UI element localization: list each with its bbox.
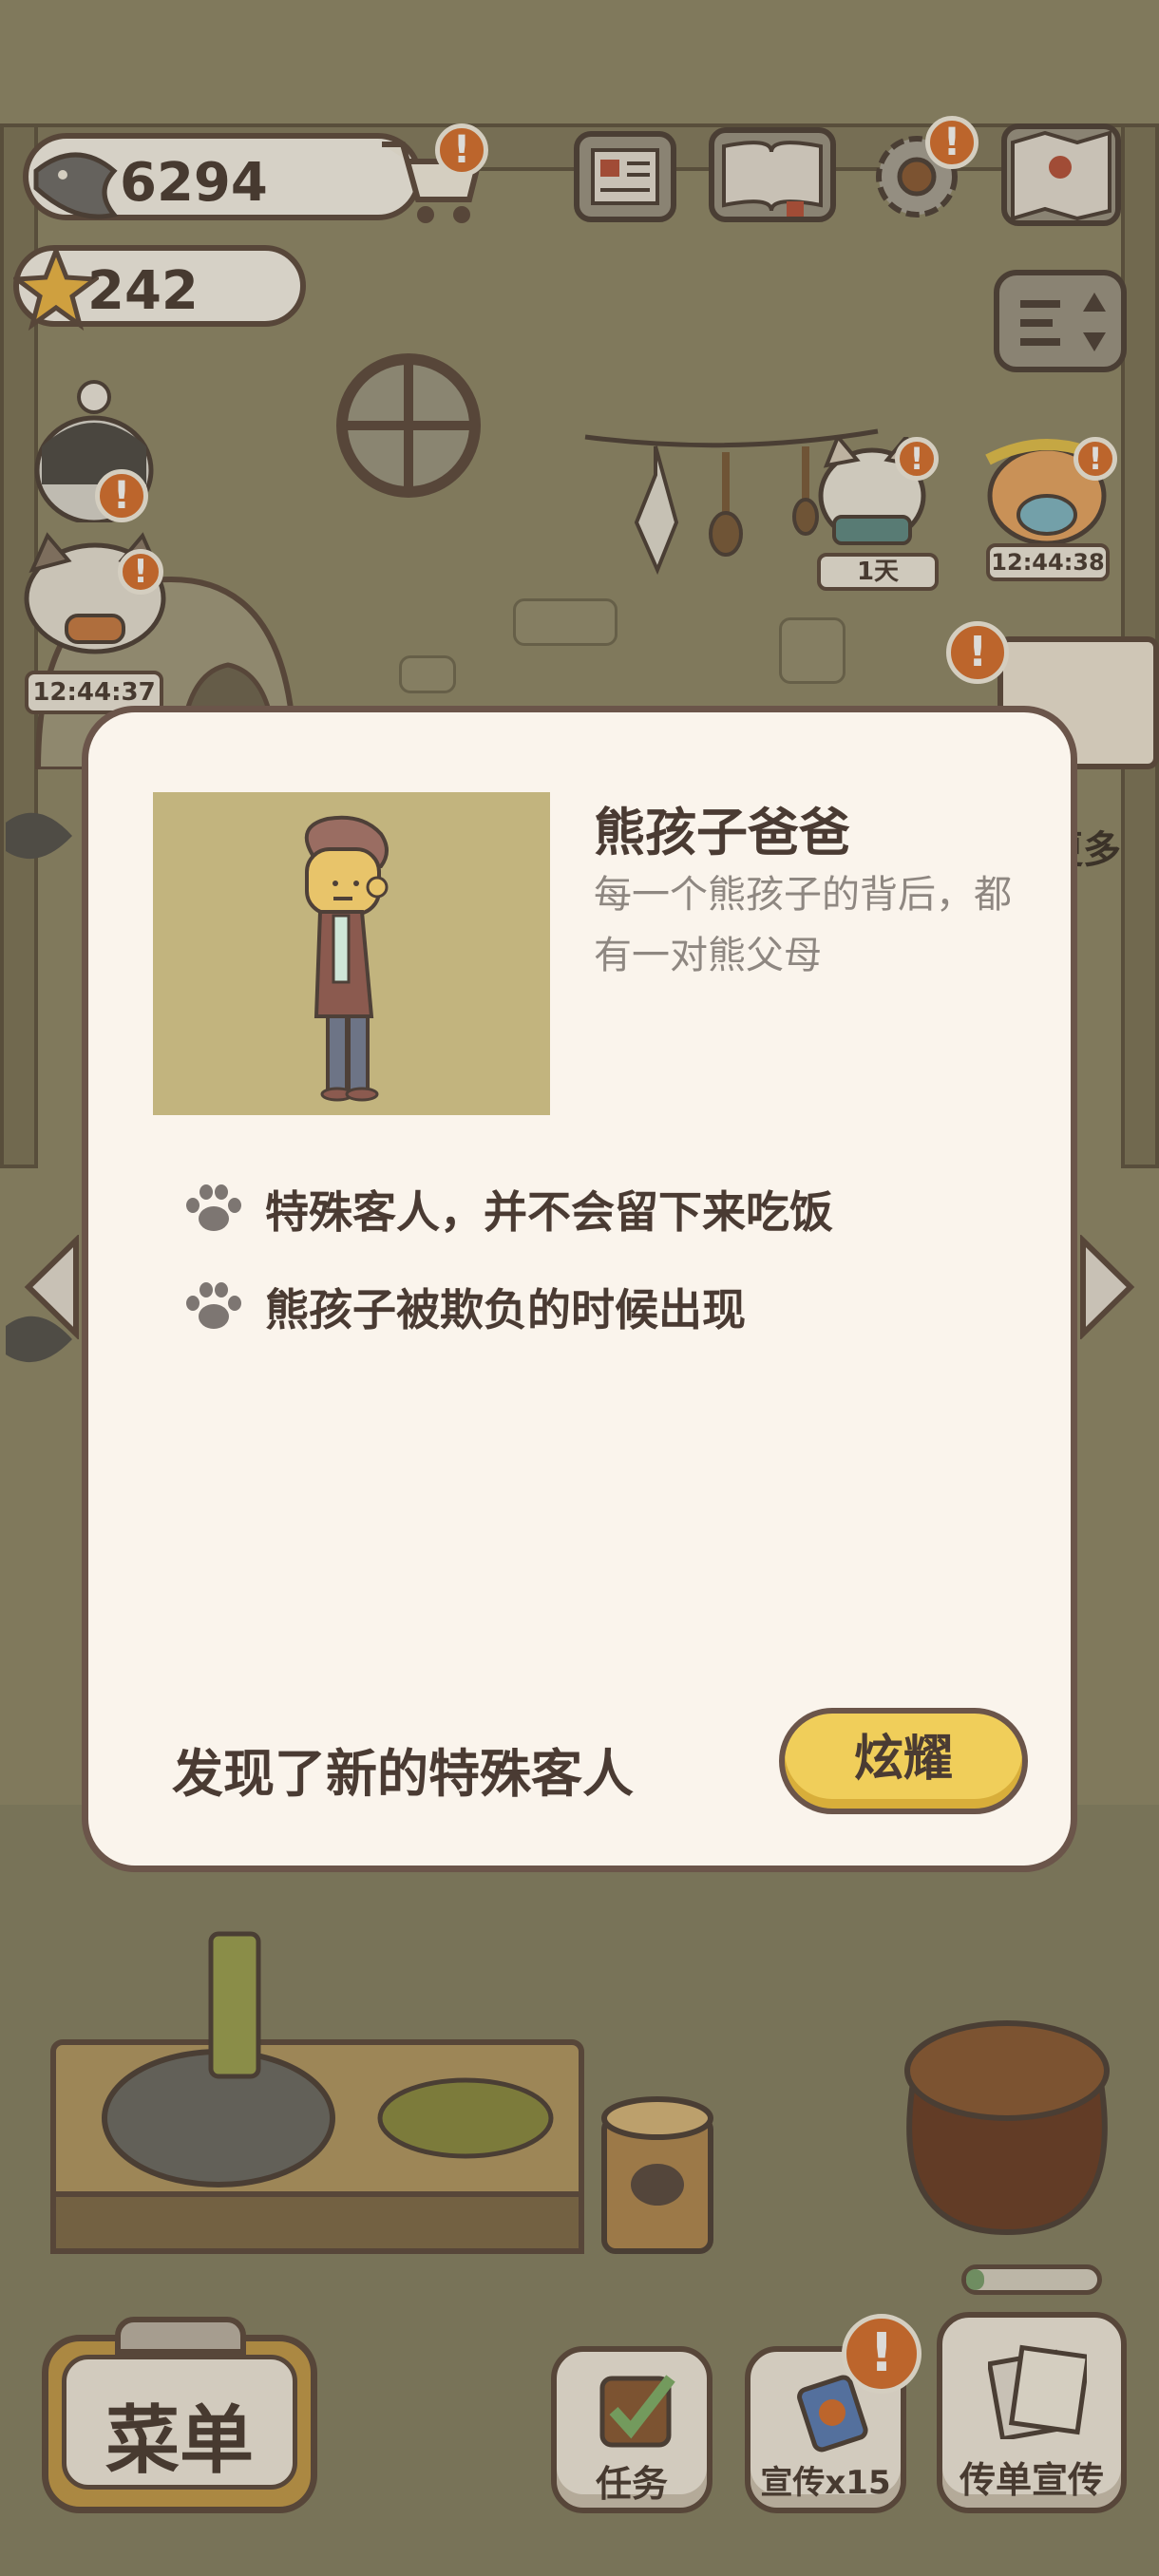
trait-item: 特殊客人，并不会留下来吃饭 <box>183 1178 833 1241</box>
found-new-customer-text: 发现了新的特殊客人 <box>172 1744 634 1804</box>
customer-portrait <box>153 792 550 1115</box>
new-customer-dialog: 熊孩子爸爸 每一个熊孩子的背后，都有一对熊父母 特殊客人，并不会留下来吃饭 熊孩… <box>82 706 1077 1872</box>
trait-text: 特殊客人，并不会留下来吃饭 <box>265 1186 833 1238</box>
trait-item: 熊孩子被欺负的时候出现 <box>183 1276 746 1338</box>
customer-description: 每一个熊孩子的背后，都有一对熊父母 <box>594 873 1012 977</box>
bear-kid-dad-figure-icon <box>304 815 389 1102</box>
show-off-button[interactable]: 炫耀 <box>779 1708 1028 1814</box>
paw-icon <box>186 1184 241 1231</box>
paw-icon <box>186 1282 241 1329</box>
customer-name: 熊孩子爸爸 <box>594 803 850 862</box>
trait-text: 熊孩子被欺负的时候出现 <box>265 1284 746 1335</box>
